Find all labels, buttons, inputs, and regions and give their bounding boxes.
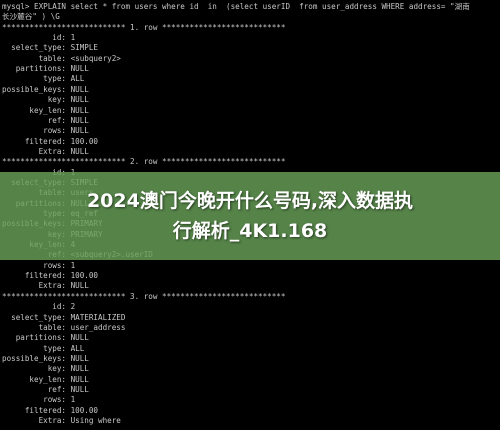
terminal-line: rows: NULL xyxy=(2,126,89,136)
terminal-line: type: ALL xyxy=(2,74,85,84)
terminal-line: filtered: 100.00 xyxy=(2,405,99,415)
banner-title-line-2: 行解析_4K1.168 xyxy=(172,220,328,242)
terminal-line: key: NULL xyxy=(2,95,89,105)
terminal-line: select_type: MATERIALIZED xyxy=(2,312,126,322)
terminal-line: Extra: NULL xyxy=(2,146,89,156)
terminal-line: table: user_address xyxy=(2,322,126,332)
terminal-line: rows: 1 xyxy=(2,395,76,405)
terminal-line: rows: 1 xyxy=(2,260,76,270)
sql-prompt-line: mysql> EXPLAIN select * from users where… xyxy=(2,2,470,11)
terminal-line: filtered: 100.00 xyxy=(2,271,99,281)
terminal-line: key_len: NULL xyxy=(2,374,89,384)
terminal-line: id: 1 xyxy=(2,33,76,43)
row-separator: *************************** 3. row *****… xyxy=(2,291,286,301)
terminal-line: key: NULL xyxy=(2,364,89,374)
terminal-line: type: ALL xyxy=(2,343,85,353)
row-separator: *************************** 2. row *****… xyxy=(2,157,286,167)
title-banner: 2024澳门今晚开什么号码,深入数据执 行解析_4K1.168 xyxy=(0,172,500,260)
terminal-line: filtered: 100.00 xyxy=(2,136,99,146)
terminal-line: possible_keys: NULL xyxy=(2,353,89,363)
terminal-line: id: 2 xyxy=(2,302,76,312)
terminal-line: Extra: NULL xyxy=(2,281,89,291)
terminal-window[interactable]: mysql> EXPLAIN select * from users where… xyxy=(0,0,500,430)
terminal-line: 长沙麓谷" ) \G xyxy=(2,12,60,22)
terminal-line: Extra: Using where xyxy=(2,416,121,425)
terminal-line: partitions: NULL xyxy=(2,64,89,74)
terminal-line: key_len: NULL xyxy=(2,105,89,115)
row-separator: *************************** 1. row *****… xyxy=(2,22,286,32)
terminal-line: select_type: SIMPLE xyxy=(2,43,99,53)
terminal-line: partitions: NULL xyxy=(2,333,89,343)
terminal-line: ref: NULL xyxy=(2,384,89,394)
terminal-line: possible_keys: NULL xyxy=(2,84,89,94)
banner-title-line-1: 2024澳门今晚开什么号码,深入数据执 xyxy=(86,190,414,212)
terminal-line: table: <subquery2> xyxy=(2,53,121,63)
terminal-line: ref: NULL xyxy=(2,115,89,125)
